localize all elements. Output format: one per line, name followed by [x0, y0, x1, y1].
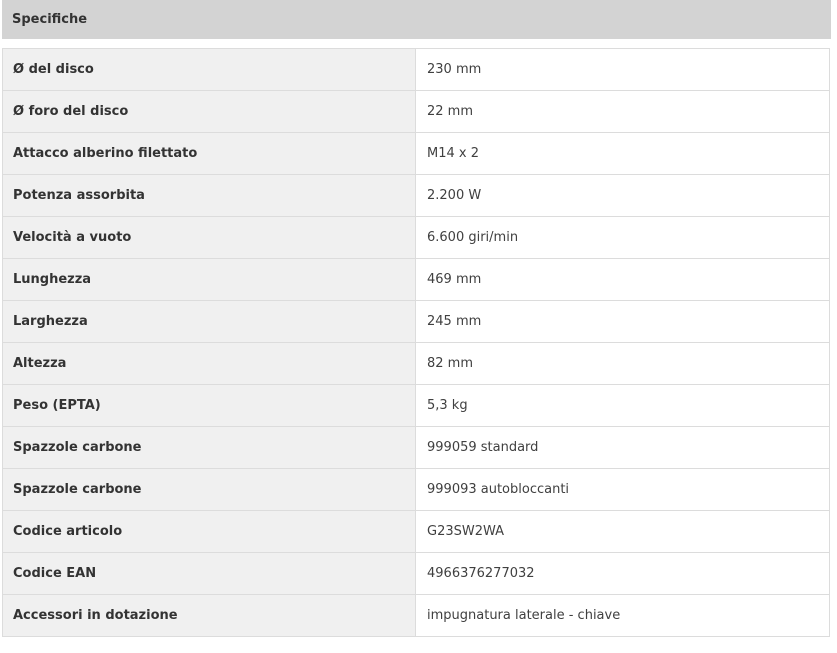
spec-label: Lunghezza: [2, 258, 416, 301]
spec-label: Spazzole carbone: [2, 468, 416, 511]
table-row: Codice EAN 4966376277032: [2, 552, 830, 595]
spec-label: Codice EAN: [2, 552, 416, 595]
spec-label: Ø del disco: [2, 48, 416, 91]
spec-value: M14 x 2: [415, 132, 830, 175]
spec-value: 2.200 W: [415, 174, 830, 217]
spec-value: 469 mm: [415, 258, 830, 301]
spec-label: Velocità a vuoto: [2, 216, 416, 259]
table-row: Codice articolo G23SW2WA: [2, 510, 830, 553]
spec-label: Spazzole carbone: [2, 426, 416, 469]
spec-value: 5,3 kg: [415, 384, 830, 427]
table-row: Altezza 82 mm: [2, 342, 830, 385]
table-row: Potenza assorbita 2.200 W: [2, 174, 830, 217]
section-title: Specifiche: [12, 12, 88, 27]
spec-value: G23SW2WA: [415, 510, 830, 553]
specs-section-header: Specifiche: [2, 0, 831, 39]
spec-value: 6.600 giri/min: [415, 216, 830, 259]
spec-value: 230 mm: [415, 48, 830, 91]
table-row: Larghezza 245 mm: [2, 300, 830, 343]
table-row: Ø del disco 230 mm: [2, 48, 830, 91]
table-row: Spazzole carbone 999059 standard: [2, 426, 830, 469]
spec-value: 82 mm: [415, 342, 830, 385]
table-row: Attacco alberino filettato M14 x 2: [2, 132, 830, 175]
spec-label: Altezza: [2, 342, 416, 385]
table-row: Velocità a vuoto 6.600 giri/min: [2, 216, 830, 259]
spec-label: Peso (EPTA): [2, 384, 416, 427]
table-row: Ø foro del disco 22 mm: [2, 90, 830, 133]
spec-label: Ø foro del disco: [2, 90, 416, 133]
spec-value: 245 mm: [415, 300, 830, 343]
specs-table: Ø del disco 230 mm Ø foro del disco 22 m…: [2, 48, 830, 637]
spec-value: 999093 autobloccanti: [415, 468, 830, 511]
table-row: Spazzole carbone 999093 autobloccanti: [2, 468, 830, 511]
spec-label: Accessori in dotazione: [2, 594, 416, 637]
table-row: Lunghezza 469 mm: [2, 258, 830, 301]
spec-label: Larghezza: [2, 300, 416, 343]
table-row: Peso (EPTA) 5,3 kg: [2, 384, 830, 427]
spec-value: 999059 standard: [415, 426, 830, 469]
spec-value: impugnatura laterale - chiave: [415, 594, 830, 637]
spec-label: Potenza assorbita: [2, 174, 416, 217]
spec-value: 4966376277032: [415, 552, 830, 595]
spec-value: 22 mm: [415, 90, 830, 133]
spec-label: Attacco alberino filettato: [2, 132, 416, 175]
spec-label: Codice articolo: [2, 510, 416, 553]
table-row: Accessori in dotazione impugnatura later…: [2, 594, 830, 637]
